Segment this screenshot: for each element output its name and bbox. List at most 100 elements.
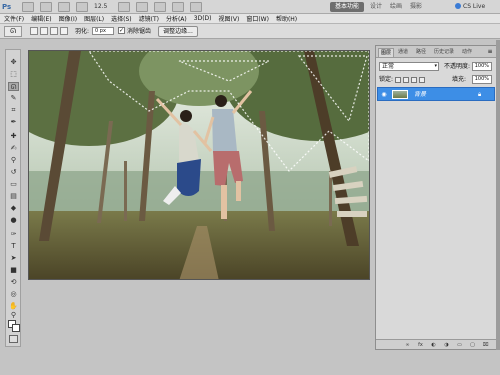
fx-icon[interactable]: fx [417,342,424,348]
gradient-icon[interactable]: ▤ [8,192,19,201]
menu-analysis[interactable]: 分析(A) [166,14,187,23]
workspace-essentials[interactable]: 基本功能 [330,2,364,12]
menu-edit[interactable]: 编辑(E) [31,14,51,23]
link-icon[interactable]: ∞ [404,342,411,348]
feather-input[interactable]: 0 px [92,27,114,35]
crop-icon[interactable]: ⌗ [8,106,19,115]
fill-label: 填充: [452,76,467,83]
hand-tool-button[interactable] [118,2,130,12]
lock-label: 锁定: [379,76,394,83]
photoshop-logo: Ps [2,3,12,11]
lock-row: 锁定: [379,75,426,84]
antialias-label: 消除锯齿 [127,28,152,35]
toolbox: ✥ ⬚ ᘏ ✎ ⌗ ✒ ✚ ✍ ⚲ ↺ ▭ ▤ ◆ ● ✑ T ➤ ■ ⟲ ◎ … [5,49,21,347]
lock-icon: 🔒︎ [478,91,482,98]
intersect-selection-icon[interactable] [60,27,68,35]
lock-position-icon[interactable] [411,76,418,83]
eyedropper-icon[interactable]: ✒ [8,118,19,127]
workspace-painting[interactable]: 绘画 [388,2,404,12]
type-icon[interactable]: T [8,242,19,251]
hand-icon[interactable]: ✋ [8,302,19,311]
layer-name: 背景 [414,91,427,98]
blur-icon[interactable]: ◆ [8,204,19,213]
dodge-icon[interactable]: ● [8,216,19,225]
document-canvas[interactable] [28,50,370,280]
photo-image [29,51,369,279]
lock-all-icon[interactable] [419,76,426,83]
new-layer-icon[interactable]: ▢ [469,342,476,348]
menu-layer[interactable]: 图层(L) [84,14,104,23]
zoom-icon[interactable]: ⚲ [8,312,19,319]
lock-transparent-icon[interactable] [395,76,402,83]
panel-tab-bar: 图层 通道 路径 历史记录 动作 ≡ [376,46,496,58]
tab-channels[interactable]: 通道 [396,48,410,57]
menu-view[interactable]: 视图(V) [219,14,240,23]
quick-mask-icon[interactable] [9,335,18,343]
lasso-icon[interactable]: ᘏ [4,26,22,37]
menu-window[interactable]: 窗口(W) [246,14,269,23]
move-icon[interactable]: ✥ [8,58,19,67]
panel-menu-icon[interactable]: ≡ [486,48,494,56]
menu-help[interactable]: 帮助(H) [276,14,297,23]
lock-image-icon[interactable] [403,76,410,83]
feather-label: 羽化: [75,28,90,35]
menu-3d[interactable]: 3D(D) [194,15,212,22]
quick-select-icon[interactable]: ✎ [8,94,19,103]
tab-layers[interactable]: 图层 [378,48,395,57]
zoom-tool-button[interactable] [136,2,148,12]
healing-icon[interactable]: ✚ [8,132,19,141]
application-bar: Ps 12.5 基本功能 设计 绘画 摄影 CS Live [0,0,500,14]
layer-row[interactable]: ◉ 背景 🔒︎ [377,87,495,101]
zoom-level-menu-button[interactable] [76,2,88,12]
layers-footer: ∞ fx ◐ ◑ ▭ ▢ ⌧ [376,339,496,349]
blend-mode-select[interactable]: 正常 ▾ [379,62,439,71]
clone-stamp-icon[interactable]: ⚲ [8,156,19,165]
chevron-down-icon: ▾ [434,63,437,69]
trash-icon[interactable]: ⌧ [482,342,489,348]
new-selection-icon[interactable] [30,27,38,35]
visibility-eye-icon[interactable]: ◉ [380,91,388,98]
opacity-input[interactable]: 100% [472,62,492,71]
collapsed-panel-strip[interactable] [496,40,500,350]
eraser-icon[interactable]: ▭ [8,180,19,189]
workspace-photography[interactable]: 摄影 [408,2,424,12]
tab-paths[interactable]: 路径 [414,48,428,57]
adjustment-icon[interactable]: ◑ [443,342,450,348]
refine-edge-button[interactable]: 调整边缘... [158,26,198,37]
antialias-checkbox[interactable]: ✓ [118,27,125,34]
layer-thumbnail [392,90,408,99]
lasso-icon[interactable]: ᘏ [8,82,19,91]
screen-mode-button[interactable] [190,2,202,12]
tab-actions[interactable]: 动作 [460,48,474,57]
rotate-view-button[interactable] [154,2,166,12]
mask-icon[interactable]: ◐ [430,342,437,348]
path-select-icon[interactable]: ➤ [8,254,19,263]
group-icon[interactable]: ▭ [456,342,463,348]
3d-orbit-icon[interactable]: ◎ [8,290,19,299]
cs-live-icon [455,3,461,9]
pen-icon[interactable]: ✑ [8,230,19,239]
brush-icon[interactable]: ✍ [8,144,19,153]
marquee-icon[interactable]: ⬚ [8,70,19,79]
shape-icon[interactable]: ■ [8,266,19,275]
background-color-swatch[interactable] [12,324,20,332]
menu-image[interactable]: 图像(I) [59,14,77,23]
view-extras-button[interactable] [58,2,70,12]
menu-file[interactable]: 文件(F) [4,14,24,23]
menu-select[interactable]: 选择(S) [111,14,132,23]
add-to-selection-icon[interactable] [40,27,48,35]
tab-history[interactable]: 历史记录 [432,48,456,57]
subtract-from-selection-icon[interactable] [50,27,58,35]
launch-minibridge-button[interactable] [40,2,52,12]
cs-live-button[interactable]: CS Live [455,2,493,12]
launch-bridge-button[interactable] [22,2,34,12]
menu-filter[interactable]: 滤镜(T) [139,14,159,23]
history-brush-icon[interactable]: ↺ [8,168,19,177]
arrange-documents-button[interactable] [172,2,184,12]
opacity-label: 不透明度: [444,63,471,70]
3d-rotate-icon[interactable]: ⟲ [8,278,19,287]
fill-input[interactable]: 100% [472,75,492,84]
zoom-level[interactable]: 12.5 [94,2,107,12]
blend-mode-value: 正常 [382,63,395,70]
workspace-design[interactable]: 设计 [368,2,384,12]
